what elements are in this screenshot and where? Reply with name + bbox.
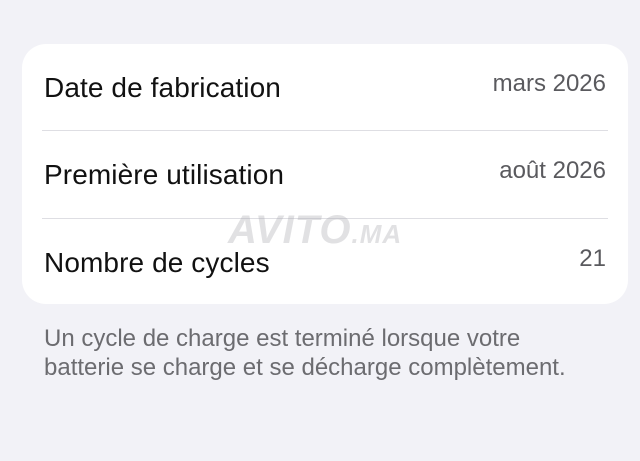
battery-info-card: Date de fabrication mars 2026 Première u… — [22, 44, 628, 304]
row-label: Première utilisation — [44, 159, 285, 190]
row-value: mars 2026 — [492, 70, 606, 97]
row-label: Date de fabrication — [44, 72, 281, 103]
row-value: 21 — [579, 245, 606, 272]
row-label: Nombre de cycles — [44, 247, 270, 278]
cycle-explanation-text: Un cycle de charge est terminé lorsque v… — [44, 325, 566, 381]
row-cycle-count: Nombre de cycles 21 — [22, 219, 628, 304]
row-first-use: Première utilisation août 2026 — [22, 131, 628, 219]
row-manufacture-date: Date de fabrication mars 2026 — [22, 44, 628, 132]
row-value: août 2026 — [499, 157, 606, 184]
